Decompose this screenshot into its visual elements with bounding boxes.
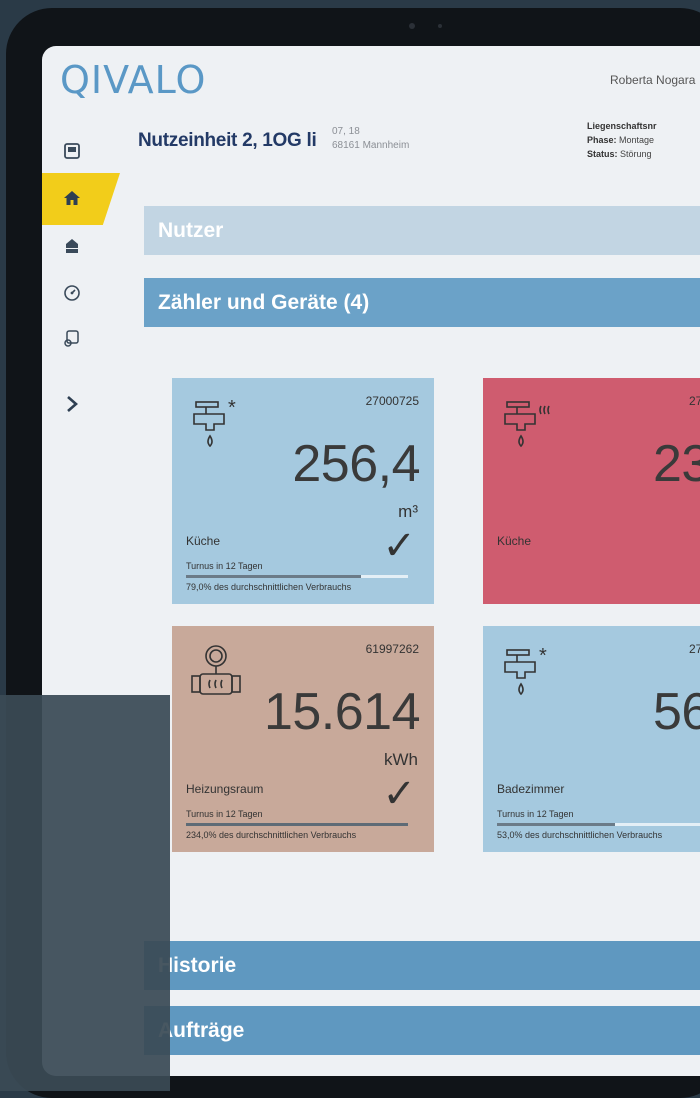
meter-card[interactable]: 27 23 Küche bbox=[483, 378, 700, 604]
meter-value: 56 bbox=[653, 683, 700, 741]
property-meta: Liegenschaftsnr Phase: Montage Status: S… bbox=[587, 119, 657, 161]
cold-water-tap-icon: * bbox=[186, 392, 256, 467]
check-icon: ✓ bbox=[382, 524, 416, 568]
meter-value: 15.614 bbox=[263, 683, 421, 741]
user-name[interactable]: Roberta Nogara bbox=[610, 73, 695, 87]
meter-unit: m³ bbox=[398, 502, 418, 521]
meter-card[interactable]: * 27 56 Badezimmer Turnus in 12 Tagen 53… bbox=[483, 626, 700, 852]
consumption-bar bbox=[497, 823, 700, 826]
meter-consumption-text: 79,0% des durchschnittlichen Verbrauchs bbox=[186, 582, 352, 592]
cold-water-tap-icon: * bbox=[497, 640, 567, 715]
consumption-bar bbox=[186, 823, 408, 826]
meter-consumption-text: 234,0% des durchschnittlichen Verbrauchs bbox=[186, 830, 357, 840]
address: 07, 18 68161 Mannheim bbox=[332, 125, 409, 153]
app-logo[interactable]: QIVALO bbox=[60, 58, 206, 102]
home-icon[interactable] bbox=[62, 188, 82, 208]
sensor-dot bbox=[438, 24, 442, 28]
hand-house-icon[interactable] bbox=[62, 236, 82, 256]
meter-serial: 27000725 bbox=[365, 394, 419, 408]
consumption-bar-fill bbox=[497, 823, 615, 826]
meter-value: 256,4 bbox=[292, 435, 420, 493]
meter-serial: 27 bbox=[689, 394, 700, 408]
meter-room: Heizungsraum bbox=[186, 782, 264, 796]
meter-serial: 27 bbox=[689, 642, 700, 656]
camera-dot bbox=[409, 23, 415, 29]
section-nutzer[interactable]: Nutzer bbox=[144, 206, 700, 255]
consumption-bar-fill bbox=[186, 823, 408, 826]
meter-consumption-text: 53,0% des durchschnittlichen Verbrauchs bbox=[497, 830, 663, 840]
meter-turnus: Turnus in 12 Tagen bbox=[186, 809, 263, 819]
meter-turnus: Turnus in 12 Tagen bbox=[186, 561, 263, 571]
chevron-right-icon[interactable] bbox=[62, 394, 82, 414]
svg-text:*: * bbox=[228, 397, 236, 419]
svg-text:*: * bbox=[539, 645, 547, 667]
meter-turnus: Turnus in 12 Tagen bbox=[497, 809, 574, 819]
dark-overlay-block bbox=[0, 695, 170, 1091]
address-street: 07, 18 bbox=[332, 126, 360, 137]
section-zaehler-und-geraete[interactable]: Zähler und Geräte (4) bbox=[144, 278, 700, 327]
consumption-bar-fill bbox=[186, 575, 362, 578]
status-value: Störung bbox=[620, 149, 652, 159]
meter-card[interactable]: 61997262 15.614 kWh Heizungsraum ✓ Turnu… bbox=[172, 626, 434, 852]
meter-serial: 61997262 bbox=[365, 642, 419, 656]
page-title: Nutzeinheit 2, 1OG li bbox=[138, 130, 317, 151]
meter-icon[interactable] bbox=[62, 141, 82, 161]
phase-label: Phase: bbox=[587, 135, 617, 145]
section-historie[interactable]: Historie bbox=[144, 941, 700, 990]
phase-value: Montage bbox=[619, 135, 655, 145]
check-icon: ✓ bbox=[382, 772, 416, 816]
meter-room: Badezimmer bbox=[497, 782, 565, 796]
heat-meter-icon bbox=[186, 640, 258, 717]
meter-room: Küche bbox=[497, 534, 532, 548]
meter-value: 23 bbox=[653, 435, 700, 493]
sidebar bbox=[42, 136, 120, 436]
address-city: 68161 Mannheim bbox=[332, 140, 410, 151]
gauge-icon[interactable] bbox=[62, 283, 82, 303]
consumption-bar bbox=[186, 575, 408, 578]
status-label: Status: bbox=[587, 149, 618, 159]
section-auftraege[interactable]: Aufträge bbox=[144, 1006, 700, 1055]
warm-water-tap-icon bbox=[497, 392, 567, 467]
meter-room: Küche bbox=[186, 534, 221, 548]
meter-unit: kWh bbox=[384, 750, 418, 769]
contract-icon[interactable] bbox=[62, 328, 82, 348]
liegenschaft-label: Liegenschaftsnr bbox=[587, 121, 657, 131]
meter-card[interactable]: * 27000725 256,4 m³ Küche ✓ Turnus in 12… bbox=[172, 378, 434, 604]
